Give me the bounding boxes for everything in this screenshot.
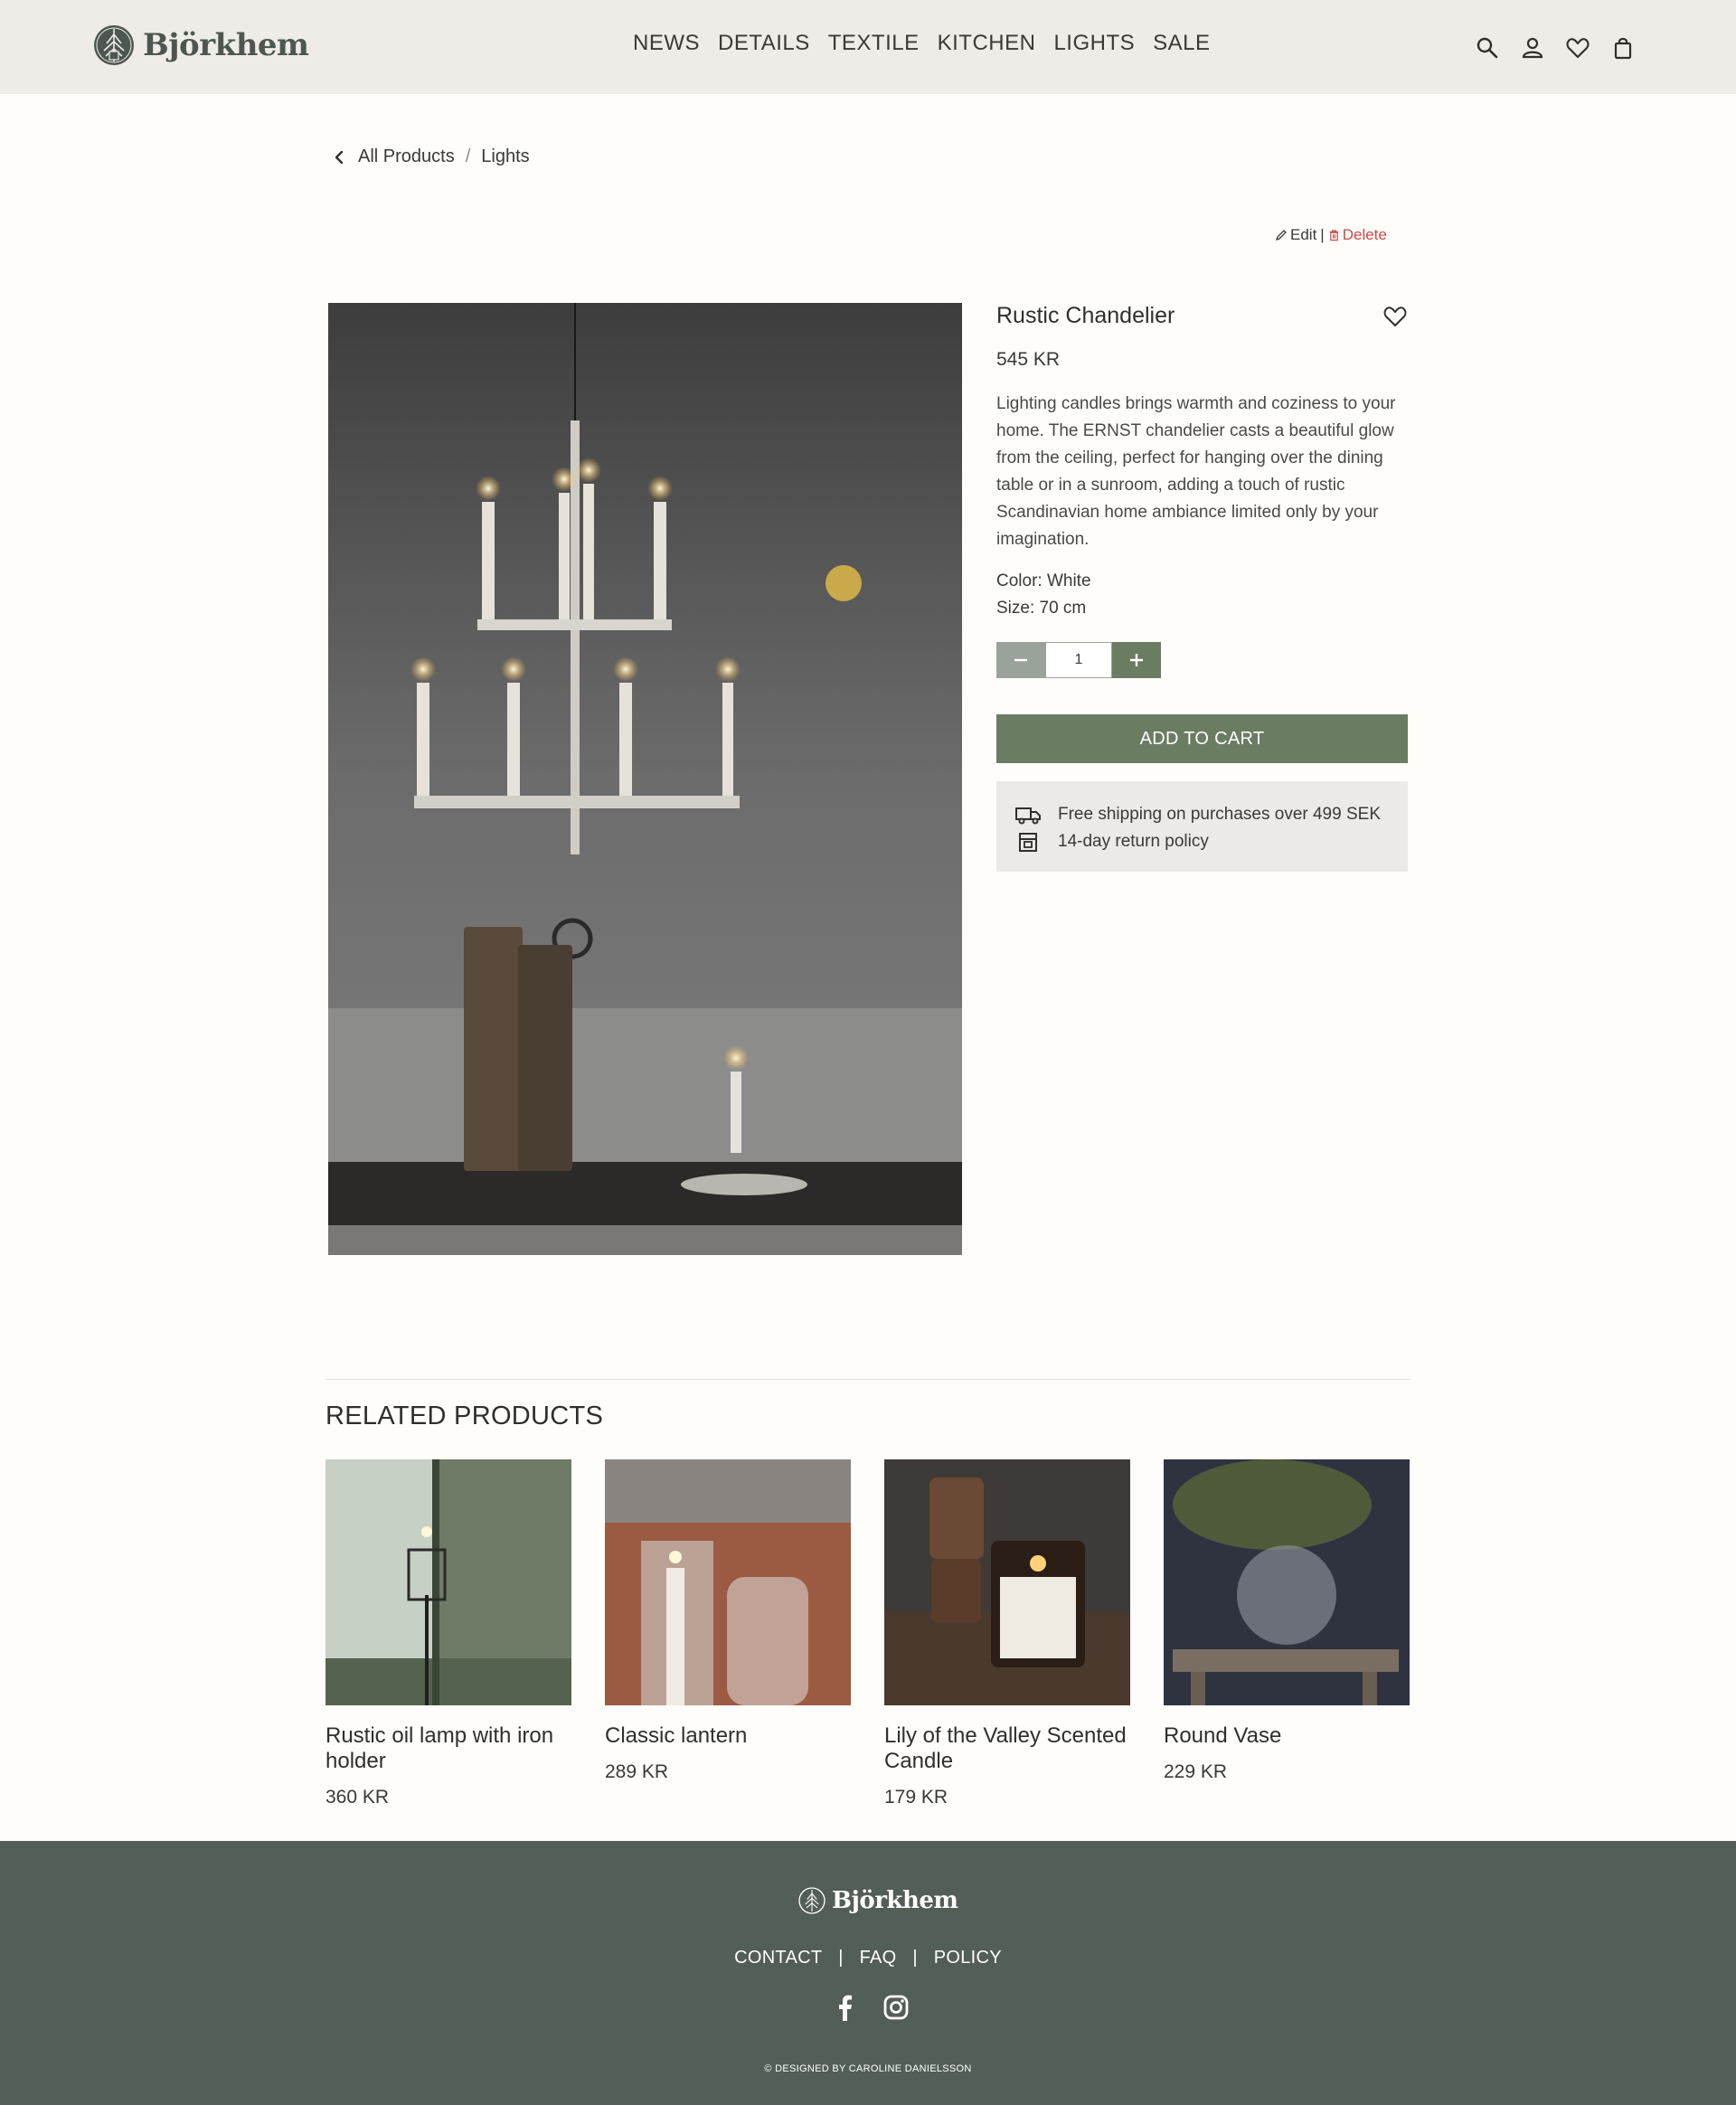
plus-icon: [1130, 654, 1143, 666]
footer-links: CONTACT | FAQ | POLICY: [0, 1948, 1736, 1968]
section-divider: [326, 1379, 1410, 1380]
heart-icon[interactable]: [1564, 34, 1591, 61]
delete-label: Delete: [1342, 226, 1387, 243]
main-nav: NEWS DETAILS TEXTILE KITCHEN LIGHTS SALE: [633, 31, 1211, 56]
related-product-image[interactable]: [1164, 1459, 1410, 1705]
admin-actions: Edit | Delete: [1275, 226, 1387, 244]
product-attributes: Color: White Size: 70 cm: [996, 568, 1408, 622]
nav-item-kitchen[interactable]: KITCHEN: [938, 31, 1036, 56]
heart-icon[interactable]: [1382, 303, 1409, 330]
related-product-price: 179 KR: [884, 1787, 948, 1808]
related-product-card[interactable]: Lily of the Valley Scented Candle 179 KR: [884, 1459, 1130, 1808]
edit-button[interactable]: Edit: [1275, 226, 1316, 244]
breadcrumb-all-products[interactable]: All Products: [358, 146, 455, 167]
related-product-image[interactable]: [884, 1459, 1130, 1705]
footer-link-separator: |: [838, 1948, 844, 1968]
breadcrumb: All Products / Lights: [331, 146, 530, 167]
related-product-card[interactable]: Classic lantern 289 KR: [605, 1459, 851, 1808]
pencil-icon: [1275, 230, 1287, 241]
breadcrumb-lights[interactable]: Lights: [481, 146, 529, 167]
social-links: [832, 1993, 910, 2022]
shipping-perks: Free shipping on purchases over 499 SEK …: [996, 781, 1408, 872]
product-description: Lighting candles brings warmth and cozin…: [996, 394, 1396, 549]
related-product-image[interactable]: [605, 1459, 851, 1705]
related-product-card[interactable]: Round Vase 229 KR: [1164, 1459, 1410, 1808]
product-image: [328, 303, 962, 1255]
delete-button[interactable]: Delete: [1328, 226, 1387, 244]
perk-shipping-text: Free shipping on purchases over 499 SEK: [1058, 805, 1381, 824]
breadcrumb-separator: /: [465, 146, 471, 166]
related-product-name[interactable]: Round Vase: [1164, 1723, 1410, 1749]
related-product-name[interactable]: Classic lantern: [605, 1723, 851, 1749]
related-product-price: 229 KR: [1164, 1761, 1228, 1782]
perk-returns: 14-day return policy: [1014, 828, 1390, 855]
footer-credit: © DESIGNED BY CAROLINE DANIELSSON: [764, 2063, 972, 2074]
nav-item-lights[interactable]: LIGHTS: [1053, 31, 1135, 56]
footer-link-policy[interactable]: POLICY: [934, 1948, 1002, 1968]
site-footer: Björkhem CONTACT | FAQ | POLICY © DESIGN…: [0, 1841, 1736, 2105]
edit-label: Edit: [1290, 226, 1317, 243]
related-product-card[interactable]: Rustic oil lamp with iron holder 360 KR: [326, 1459, 571, 1808]
add-to-cart-button[interactable]: ADD TO CART: [996, 714, 1408, 763]
perk-returns-text: 14-day return policy: [1058, 832, 1209, 851]
trash-icon: [1329, 230, 1338, 241]
search-icon[interactable]: [1474, 34, 1501, 61]
increase-quantity-button[interactable]: [1112, 642, 1161, 678]
brand-name: Björkhem: [143, 27, 309, 63]
truck-icon: [1015, 807, 1041, 825]
site-header: Björkhem NEWS DETAILS TEXTILE KITCHEN LI…: [0, 0, 1736, 94]
header-actions: [1474, 34, 1637, 61]
logo-tree-icon: [94, 25, 134, 65]
brand-logo[interactable]: Björkhem: [92, 24, 309, 67]
footer-link-separator: |: [912, 1948, 918, 1968]
related-product-price: 360 KR: [326, 1787, 390, 1808]
quantity-input[interactable]: 1: [1045, 642, 1112, 678]
footer-link-faq[interactable]: FAQ: [860, 1948, 897, 1968]
logo-tree-icon: [798, 1887, 826, 1914]
footer-logo[interactable]: Björkhem: [797, 1886, 958, 1915]
product-price: 545 KR: [996, 349, 1061, 370]
perk-shipping: Free shipping on purchases over 499 SEK: [1014, 801, 1390, 828]
product-info: Rustic Chandelier 545 KR Lighting candle…: [996, 303, 1408, 872]
related-product-name[interactable]: Rustic oil lamp with iron holder: [326, 1723, 571, 1774]
bag-icon[interactable]: [1609, 34, 1637, 61]
related-products-title: RELATED PRODUCTS: [326, 1402, 604, 1430]
nav-item-news[interactable]: NEWS: [633, 31, 700, 56]
user-icon[interactable]: [1519, 34, 1546, 61]
product-size: Size: 70 cm: [996, 599, 1087, 618]
footer-brand-name: Björkhem: [832, 1887, 958, 1914]
chevron-left-icon[interactable]: [331, 149, 347, 165]
related-product-name[interactable]: Lily of the Valley Scented Candle: [884, 1723, 1130, 1774]
quantity-stepper: 1: [996, 642, 1408, 678]
related-products-list: Rustic oil lamp with iron holder 360 KR …: [326, 1459, 1410, 1808]
related-product-price: 289 KR: [605, 1761, 669, 1782]
facebook-icon[interactable]: [832, 1993, 859, 2022]
decrease-quantity-button[interactable]: [996, 642, 1045, 678]
related-product-image[interactable]: [326, 1459, 571, 1705]
minus-icon: [1014, 658, 1027, 662]
product-title: Rustic Chandelier: [996, 303, 1175, 328]
nav-item-sale[interactable]: SALE: [1153, 31, 1210, 56]
return-box-icon: [1019, 833, 1037, 852]
admin-divider: |: [1320, 226, 1325, 243]
product-color: Color: White: [996, 571, 1091, 590]
nav-item-textile[interactable]: TEXTILE: [828, 31, 920, 56]
instagram-icon[interactable]: [882, 1993, 910, 2022]
nav-item-details[interactable]: DETAILS: [718, 31, 810, 56]
footer-link-contact[interactable]: CONTACT: [734, 1948, 822, 1968]
